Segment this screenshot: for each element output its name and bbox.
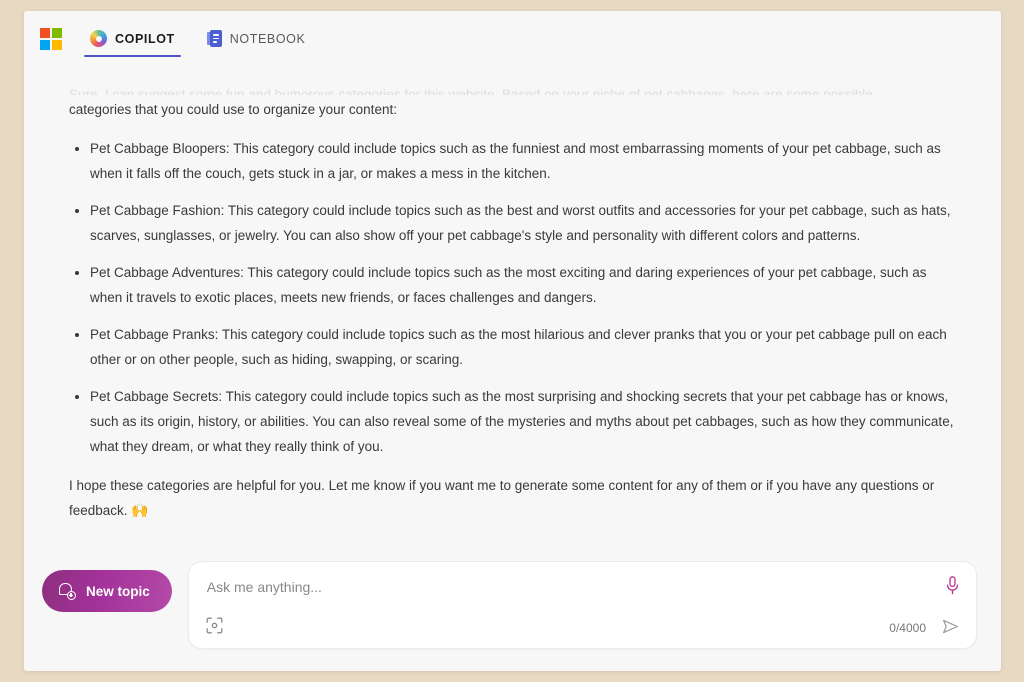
tab-notebook[interactable]: NOTEBOOK xyxy=(201,11,312,66)
chat-bubble-plus-icon xyxy=(59,583,76,600)
message-composer[interactable]: 0/4000 xyxy=(187,561,977,649)
new-topic-button[interactable]: New topic xyxy=(42,570,172,612)
visual-search-icon[interactable] xyxy=(206,617,223,634)
list-item: Pet Cabbage Secrets: This category could… xyxy=(69,384,955,459)
character-counter: 0/4000 xyxy=(889,621,926,635)
copilot-swirl-icon xyxy=(90,30,107,47)
list-item: Pet Cabbage Fashion: This category could… xyxy=(69,198,955,248)
top-navigation-bar: COPILOT NOTEBOOK xyxy=(24,11,1001,66)
clipped-previous-line: Sure, I can suggest some fun and humorou… xyxy=(69,87,873,95)
category-list: Pet Cabbage Bloopers: This category coul… xyxy=(69,136,955,459)
list-item: Pet Cabbage Adventures: This category co… xyxy=(69,260,955,310)
composer-footer: New topic Ask me anything... 0/4000 xyxy=(24,545,1001,671)
conversation-scroll-area[interactable]: Sure, I can suggest some fun and humorou… xyxy=(24,66,1001,545)
microphone-icon[interactable] xyxy=(946,576,959,595)
tab-copilot-label: COPILOT xyxy=(115,31,175,46)
raising-hands-emoji: 🙌 xyxy=(131,502,149,518)
microsoft-logo xyxy=(40,27,62,50)
message-closing-paragraph: I hope these categories are helpful for … xyxy=(69,473,955,523)
microsoft-logo-square-green xyxy=(52,27,62,38)
new-topic-label: New topic xyxy=(86,583,150,599)
tab-copilot[interactable]: COPILOT xyxy=(84,11,181,66)
notebook-icon xyxy=(206,30,222,47)
closing-text: I hope these categories are helpful for … xyxy=(69,478,935,518)
send-arrow-icon[interactable] xyxy=(942,618,959,635)
list-item: Pet Cabbage Pranks: This category could … xyxy=(69,322,955,372)
assistant-message: Sure, I can suggest some fun and humorou… xyxy=(69,66,955,545)
microsoft-logo-square-blue xyxy=(40,39,50,50)
microsoft-logo-square-yellow xyxy=(52,39,62,50)
message-intro-paragraph: categories that you could use to organiz… xyxy=(69,102,397,117)
copilot-window: COPILOT NOTEBOOK Sure, I can suggest som… xyxy=(24,11,1001,671)
tab-notebook-label: NOTEBOOK xyxy=(229,31,306,46)
microsoft-logo-square-red xyxy=(40,27,50,38)
search-input[interactable] xyxy=(206,579,916,595)
list-item: Pet Cabbage Bloopers: This category coul… xyxy=(69,136,955,186)
